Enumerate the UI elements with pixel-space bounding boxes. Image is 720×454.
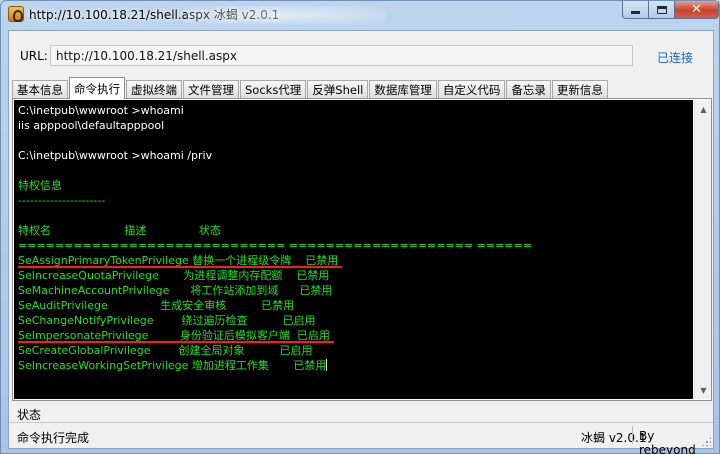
tab-4[interactable]: Socks代理	[240, 80, 307, 99]
tab-3[interactable]: 文件管理	[183, 80, 239, 99]
url-field[interactable]: http://10.100.18.21/shell.aspx	[50, 45, 633, 66]
console-line: SeIncreaseWorkingSetPrivilege 增加进程工作集 已禁…	[18, 358, 532, 373]
console-lines: C:\inetpub\wwwroot >whoami iis apppool\de…	[18, 103, 532, 373]
highlight-underline	[18, 341, 334, 343]
console-line: ============================= ==========…	[18, 238, 532, 253]
minimize-button[interactable]	[622, 1, 649, 19]
title-glow	[186, 6, 386, 24]
console-line-text: C:\inetpub\wwwroot >whoami /priv	[18, 149, 213, 162]
console-line: ----------------------	[18, 193, 532, 208]
text-cursor	[326, 359, 328, 371]
app-icon	[8, 6, 24, 22]
maximize-icon	[656, 5, 667, 14]
tab-1[interactable]: 命令执行	[69, 77, 125, 99]
console-line: 特权名 描述 状态	[18, 223, 532, 238]
connection-status: 已连接	[657, 51, 694, 65]
vertical-scrollbar[interactable]: ▲ ▼	[694, 100, 711, 399]
highlight-underline	[18, 266, 343, 268]
command-panel: C:\inetpub\wwwroot >whoami iis apppool\de…	[12, 98, 712, 401]
console-line-text: SeIncreaseWorkingSetPrivilege 增加进程工作集 已禁…	[18, 359, 327, 372]
console-line-text: iis apppool\defaultapppool	[18, 119, 165, 132]
console-line: C:\inetpub\wwwroot >whoami /priv	[18, 148, 532, 163]
console-line-text: 特权名 描述 状态	[18, 224, 221, 237]
tab-7[interactable]: 自定义代码	[437, 80, 506, 99]
tab-2[interactable]: 虚拟终端	[126, 80, 182, 99]
console-line-text: SeIncreaseQuotaPrivilege 为进程调整内存配额 已禁用	[18, 269, 330, 282]
console-line: C:\inetpub\wwwroot >whoami	[18, 103, 532, 118]
console-line: iis apppool\defaultapppool	[18, 118, 532, 133]
console-line: 特权信息	[18, 178, 532, 193]
tab-strip: 基本信息 命令执行 虚拟终端 文件管理 Socks代理 反弹Shell 数据库管理 自定义代码…	[12, 77, 609, 99]
console-line: SeAuditPrivilege 生成安全审核 已禁用	[18, 298, 532, 313]
minimize-icon	[631, 11, 640, 14]
scroll-down-icon[interactable]: ▼	[696, 382, 711, 398]
url-label: URL:	[20, 49, 48, 63]
tab-0[interactable]: 基本信息	[12, 80, 68, 99]
client-area: URL: http://10.100.18.21/shell.aspx 已连接 …	[8, 30, 714, 454]
app-window: http://10.100.18.21/shell.aspx 冰蝎 v2.0.1…	[0, 0, 720, 454]
window-controls: ✕	[622, 1, 719, 19]
status-author: By rebeyond	[639, 429, 696, 454]
status-bar: 命令执行完成 冰蝎 v2.0.1 By rebeyond	[9, 423, 713, 454]
console-output[interactable]: C:\inetpub\wwwroot >whoami iis apppool\de…	[14, 100, 693, 399]
tab-6[interactable]: 数据库管理	[369, 80, 437, 99]
tab-5[interactable]: 反弹Shell	[307, 80, 369, 99]
console-line-text: SeChangeNotifyPrivilege 绕过遍历检查 已启用	[18, 314, 316, 327]
tab-9[interactable]: 更新信息	[551, 80, 608, 99]
console-line-text: C:\inetpub\wwwroot >whoami	[18, 104, 184, 117]
console-line: SeMachineAccountPrivilege 将工作站添加到域 已禁用	[18, 283, 532, 298]
console-line-text: 特权信息	[18, 179, 62, 192]
console-line: SeIncreaseQuotaPrivilege 为进程调整内存配额 已禁用	[18, 268, 532, 283]
tab-8[interactable]: 备忘录	[506, 80, 551, 99]
status-bar-divider	[632, 426, 633, 444]
status-message: 命令执行完成	[17, 431, 90, 445]
url-row: URL: http://10.100.18.21/shell.aspx 已连接	[9, 31, 713, 75]
maximize-button[interactable]	[649, 1, 675, 19]
console-line-text: ============================= ==========…	[18, 239, 532, 252]
console-line-text: ----------------------	[18, 194, 106, 207]
close-button[interactable]: ✕	[675, 1, 719, 19]
console-line-text: SeMachineAccountPrivilege 将工作站添加到域 已禁用	[18, 284, 333, 297]
console-line: SeChangeNotifyPrivilege 绕过遍历检查 已启用	[18, 313, 532, 328]
console-line-text: SeAuditPrivilege 生成安全审核 已禁用	[18, 299, 295, 312]
console-line-text: SeCreateGlobalPrivilege 创建全局对象 已启用	[18, 344, 313, 357]
status-version: 冰蝎 v2.0.1	[581, 431, 647, 445]
title-bar[interactable]: http://10.100.18.21/shell.aspx 冰蝎 v2.0.1…	[1, 1, 719, 27]
scroll-up-icon[interactable]: ▲	[696, 101, 711, 117]
close-icon: ✕	[691, 2, 702, 17]
status-label: 状态	[17, 408, 42, 422]
console-line: SeCreateGlobalPrivilege 创建全局对象 已启用	[18, 343, 532, 358]
